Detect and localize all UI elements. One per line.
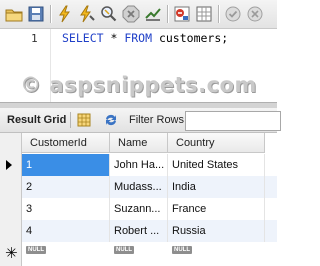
row-header-new[interactable]: ✳ bbox=[0, 242, 21, 264]
toggle-result-icon[interactable] bbox=[143, 4, 163, 24]
toggle-output-icon[interactable] bbox=[172, 4, 192, 24]
cell-name[interactable]: Mudass... bbox=[110, 176, 168, 198]
filter-rows-label: Filter Rows: bbox=[129, 114, 188, 126]
editor-toolbar bbox=[0, 0, 277, 29]
cell-customerid[interactable]: 3 bbox=[22, 198, 110, 220]
cell-name[interactable]: Suzann... bbox=[110, 198, 168, 220]
explain-icon[interactable] bbox=[99, 4, 119, 24]
cell-customerid[interactable]: 1 bbox=[22, 154, 110, 176]
save-icon[interactable] bbox=[26, 4, 46, 24]
sql-table-name: customers; bbox=[152, 31, 229, 45]
row-header-current[interactable] bbox=[0, 154, 21, 176]
sql-keyword-from: FROM bbox=[124, 31, 153, 45]
column-header-country[interactable]: Country bbox=[168, 133, 265, 153]
cell-name[interactable]: John Ha... bbox=[110, 154, 168, 176]
execute-icon[interactable] bbox=[55, 4, 75, 24]
table-row[interactable]: 4 Robert ... Russia bbox=[22, 220, 277, 242]
table-row[interactable]: 2 Mudass... India bbox=[22, 176, 277, 198]
toolbar-separator bbox=[167, 5, 169, 23]
line-number: 1 bbox=[31, 32, 38, 45]
cell-customerid[interactable]: 2 bbox=[22, 176, 110, 198]
sql-keyword-select: SELECT bbox=[62, 31, 104, 45]
column-header-name[interactable]: Name bbox=[110, 133, 168, 153]
toolbar-separator bbox=[50, 5, 52, 23]
rollback-icon[interactable] bbox=[245, 4, 265, 24]
new-row-star-icon: ✳ bbox=[5, 245, 18, 262]
result-grid: CustomerId Name Country 1 John Ha... Uni… bbox=[0, 133, 277, 266]
cell-country[interactable]: France bbox=[168, 198, 265, 220]
cell-country[interactable]: United States bbox=[168, 154, 265, 176]
cell-name[interactable]: Robert ... bbox=[110, 220, 168, 242]
commit-icon[interactable] bbox=[223, 4, 243, 24]
null-badge: NULL bbox=[26, 246, 46, 254]
stop-icon[interactable] bbox=[121, 4, 141, 24]
sql-star: * bbox=[103, 31, 125, 45]
sql-statement[interactable]: SELECT * FROM customers; bbox=[62, 31, 228, 45]
filter-rows-input[interactable] bbox=[185, 111, 281, 131]
null-badge: NULL bbox=[114, 246, 134, 254]
tab-result-grid[interactable]: Result Grid bbox=[3, 111, 70, 129]
column-header-customerid[interactable]: CustomerId bbox=[22, 133, 110, 153]
toolbar-separator bbox=[70, 112, 71, 128]
open-folder-icon[interactable] bbox=[4, 4, 24, 24]
cell-customerid[interactable]: 4 bbox=[22, 220, 110, 242]
new-row[interactable]: NULL NULL NULL bbox=[22, 242, 277, 258]
watermark: © aspsnippets.com bbox=[20, 73, 257, 97]
sql-editor[interactable]: 1 SELECT * FROM customers; © aspsnippets… bbox=[0, 29, 277, 102]
table-row[interactable]: 1 John Ha... United States bbox=[22, 154, 277, 176]
cell-country[interactable]: Russia bbox=[168, 220, 265, 242]
toolbar-separator bbox=[218, 5, 220, 23]
table-row[interactable]: 3 Suzann... France bbox=[22, 198, 277, 220]
autocommit-icon[interactable] bbox=[194, 4, 214, 24]
grid-view-icon[interactable] bbox=[77, 113, 91, 127]
current-row-arrow-icon bbox=[6, 160, 12, 170]
cell-country[interactable]: India bbox=[168, 176, 265, 198]
execute-current-icon[interactable] bbox=[77, 4, 97, 24]
refresh-icon[interactable] bbox=[104, 113, 118, 127]
result-grid-toolbar: Result Grid Filter Rows: bbox=[0, 108, 281, 133]
null-badge: NULL bbox=[172, 246, 192, 254]
